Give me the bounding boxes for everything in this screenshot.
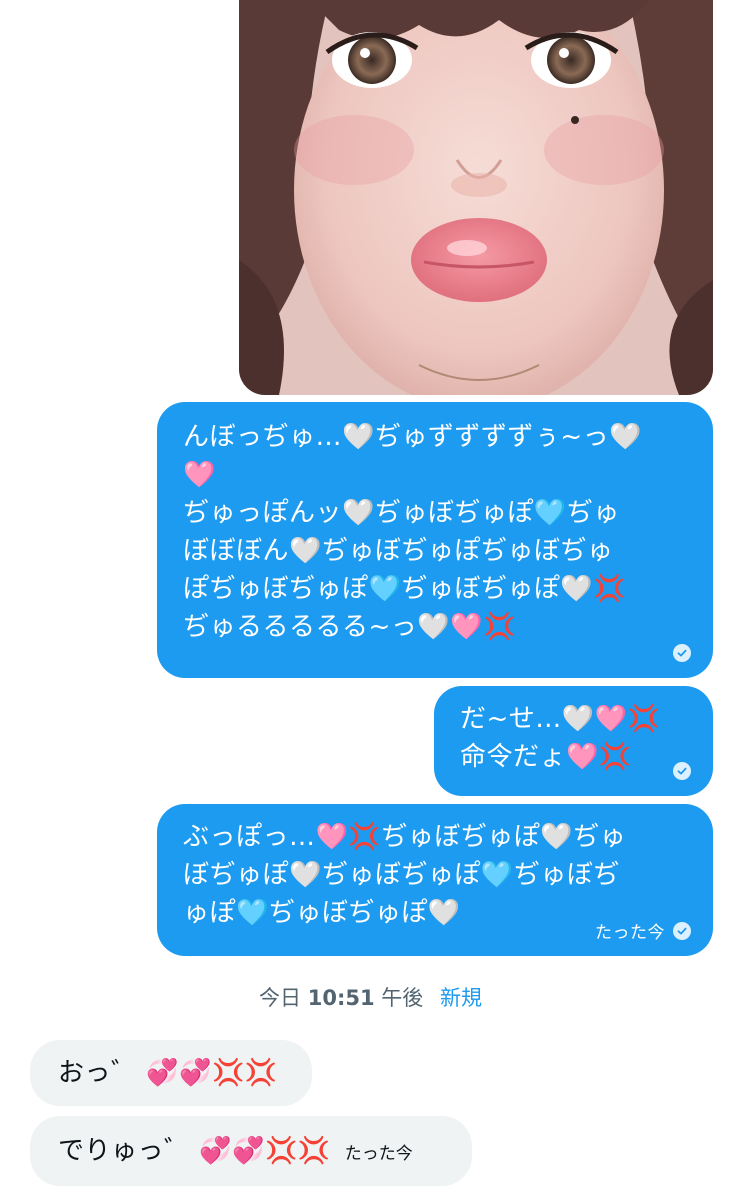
check-circle-icon [673, 922, 691, 940]
message-line: んぼっぢゅ…🤍ぢゅずずずずぅ~っ🤍 [183, 422, 643, 452]
sent-message-bubble[interactable]: ぶっぽっ…🩷💢ぢゅぼぢゅぽ🤍ぢゅ ぼぢゅぽ🤍ぢゅぼぢゅぽ🩵ぢゅぼぢ ゅぽ🩵ぢゅぼ… [157, 804, 713, 956]
divider-time: 10:51 [307, 986, 375, 1010]
portrait-image [239, 0, 713, 395]
message-line: ぼぢゅぽ🤍ぢゅぼぢゅぽ🩵ぢゅぼぢ [183, 860, 620, 890]
check-circle-icon [673, 644, 691, 662]
message-text: おっ゛ 💞💞💢💢 [58, 1058, 278, 1088]
message-line: ぽぢゅぼぢゅぽ🩵ぢゅぼぢゅぽ🤍💢 [183, 574, 627, 604]
divider-period: 午後 [381, 986, 424, 1010]
message-line: でりゅっ゛ 💞💞💢💢 たった今 [58, 1132, 450, 1173]
new-messages-label: 新規 [439, 986, 482, 1010]
message-line: だ~せ…🤍🩷💢 [460, 704, 661, 734]
message-line: 🩷 [183, 460, 216, 490]
message-timestamp: たった今 [595, 923, 665, 943]
sent-message-bubble[interactable]: んぼっぢゅ…🤍ぢゅずずずずぅ~っ🤍 🩷 ぢゅっぽんッ🤍ぢゅぼぢゅぽ🩵ぢゅ ぼぼぼ… [157, 402, 713, 678]
received-message-bubble[interactable]: でりゅっ゛ 💞💞💢💢 たった今 [30, 1116, 472, 1186]
divider-date: 今日 [259, 986, 302, 1010]
message-line: ぼぼぼん🤍ぢゅぼぢゅぽぢゅぼぢゅ [183, 536, 614, 566]
message-timestamp: たった今 [344, 1144, 413, 1164]
message-line: ぢゅっぽんッ🤍ぢゅぼぢゅぽ🩵ぢゅ [183, 498, 620, 528]
check-circle-icon [673, 762, 691, 780]
date-divider: 今日 10:51 午後 新規 [0, 982, 741, 1012]
message-line: ぢゅるるるるる~っ🤍🩷💢 [183, 612, 516, 642]
received-message-bubble[interactable]: おっ゛ 💞💞💢💢 [30, 1040, 312, 1106]
photo-attachment[interactable] [239, 0, 713, 395]
message-line: ぶっぽっ…🩷💢ぢゅぼぢゅぽ🤍ぢゅ [183, 822, 627, 852]
message-line: 命令だょ🩷💢 [460, 742, 632, 772]
sent-message-bubble[interactable]: だ~せ…🤍🩷💢 命令だょ🩷💢 [434, 686, 713, 796]
message-text: でりゅっ゛ 💞💞💢💢 [58, 1136, 331, 1166]
